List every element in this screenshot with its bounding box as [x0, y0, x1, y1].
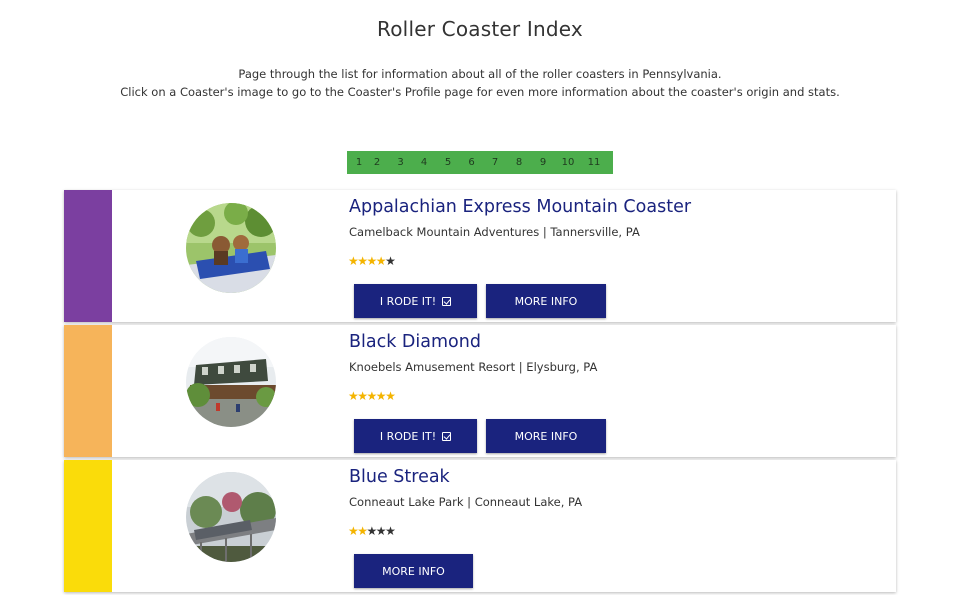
rating-stars: ★★★★★: [348, 254, 396, 268]
page-link-10[interactable]: 10: [555, 157, 581, 168]
intro-text-line-2: Click on a Coaster's image to go to the …: [120, 85, 840, 99]
page-link-3[interactable]: 3: [389, 157, 412, 168]
star-empty-icon: ★: [385, 254, 396, 268]
coaster-name[interactable]: Appalachian Express Mountain Coaster: [349, 197, 691, 217]
page-link-2[interactable]: 2: [365, 157, 389, 168]
star-filled-icon: ★: [385, 389, 396, 403]
page-link-5[interactable]: 5: [436, 157, 460, 168]
more-info-label: MORE INFO: [382, 564, 445, 578]
star-filled-icon: ★: [375, 389, 387, 403]
checkbox-icon: [442, 296, 452, 306]
rating-stars: ★★★★★: [348, 524, 396, 538]
page-link-7[interactable]: 7: [483, 157, 507, 168]
more-info-label: MORE INFO: [514, 294, 578, 308]
more-info-button[interactable]: MORE INFO: [354, 554, 473, 588]
page-link-9[interactable]: 9: [531, 157, 555, 168]
rating-stars: ★★★★★: [348, 389, 396, 403]
i-rode-it-button[interactable]: I RODE IT!: [354, 284, 477, 318]
page-link-11[interactable]: 11: [581, 157, 607, 168]
star-filled-icon: ★: [366, 254, 378, 268]
page-link-4[interactable]: 4: [412, 157, 436, 168]
coaster-card: Black Diamond Knoebels Amusement Resort …: [64, 325, 896, 457]
coaster-card: Appalachian Express Mountain Coaster Cam…: [64, 190, 896, 322]
intro-text-line-1: Page through the list for information ab…: [238, 67, 722, 81]
coaster-location: Knoebels Amusement Resort | Elysburg, PA: [349, 360, 598, 374]
coaster-image-black-diamond[interactable]: [186, 337, 276, 427]
star-empty-icon: ★: [366, 524, 378, 538]
pagination-bar: 1 2 3 4 5 6 7 8 9 10 11: [347, 151, 613, 174]
star-filled-icon: ★: [357, 254, 368, 268]
star-filled-icon: ★: [348, 254, 359, 268]
star-filled-icon: ★: [366, 389, 378, 403]
category-stripe: [64, 325, 112, 457]
star-filled-icon: ★: [348, 389, 359, 403]
page-link-8[interactable]: 8: [507, 157, 531, 168]
star-filled-icon: ★: [375, 254, 387, 268]
category-stripe: [64, 190, 112, 322]
more-info-label: MORE INFO: [514, 429, 578, 443]
i-rode-it-button[interactable]: I RODE IT!: [354, 419, 477, 453]
more-info-button[interactable]: MORE INFO: [486, 419, 606, 453]
coaster-location: Conneaut Lake Park | Conneaut Lake, PA: [349, 495, 583, 509]
coaster-image-appalachian-express[interactable]: [186, 203, 276, 293]
star-empty-icon: ★: [375, 524, 387, 538]
coaster-image-blue-streak[interactable]: [186, 472, 276, 562]
page-title: Roller Coaster Index: [377, 17, 583, 41]
page-link-1[interactable]: 1: [353, 157, 365, 168]
page-link-6[interactable]: 6: [460, 157, 483, 168]
more-info-button[interactable]: MORE INFO: [486, 284, 606, 318]
star-filled-icon: ★: [357, 524, 368, 538]
star-filled-icon: ★: [348, 524, 359, 538]
coaster-location: Camelback Mountain Adventures | Tannersv…: [349, 225, 640, 239]
checkbox-icon: [442, 431, 452, 441]
coaster-card: Blue Streak Conneaut Lake Park | Conneau…: [64, 460, 896, 592]
star-empty-icon: ★: [385, 524, 396, 538]
coaster-name[interactable]: Black Diamond: [349, 332, 481, 352]
star-filled-icon: ★: [357, 389, 368, 403]
i-rode-it-label: I RODE IT!: [379, 429, 437, 443]
category-stripe: [64, 460, 112, 592]
i-rode-it-label: I RODE IT!: [379, 294, 437, 308]
coaster-name[interactable]: Blue Streak: [349, 467, 450, 487]
